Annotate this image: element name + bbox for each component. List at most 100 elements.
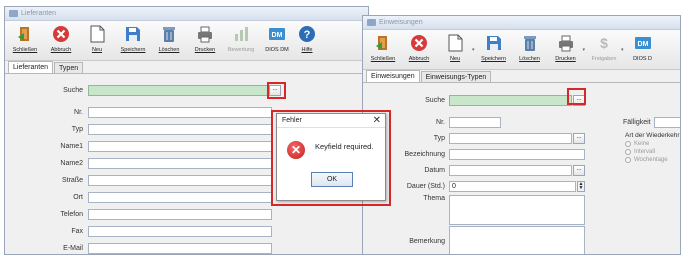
window-icon [9, 10, 18, 17]
close-icon[interactable]: ✕ [373, 115, 381, 126]
name1-label: Name1 [60, 143, 83, 150]
wiederkehr-title: Art der Wiederkehr [625, 132, 680, 139]
einweisungen-titlebar: Einweisungen [363, 16, 680, 30]
release-button[interactable]: $ Freigaben [588, 33, 620, 62]
print-button[interactable]: Drucken [189, 24, 221, 53]
search-input[interactable] [88, 85, 268, 96]
highlight-win2-search-button [567, 88, 586, 105]
radio-intervall[interactable]: Intervall [625, 149, 680, 155]
field-row-nr: Nr. [5, 107, 272, 118]
typ-label: Typ [71, 126, 83, 133]
einweisungen-window: Einweisungen Schließen Abbruch Neu ▾ Spe… [362, 15, 681, 255]
error-dialog: Fehler ✕ ✕ Keyfield required. OK [276, 113, 386, 201]
radio-wochentage[interactable]: Wochentage [625, 157, 680, 163]
delete-button[interactable]: Löschen [514, 33, 546, 62]
print-icon [556, 33, 576, 53]
print-dropdown-arrow[interactable]: ▾ [583, 47, 586, 53]
fax-field[interactable] [88, 226, 272, 237]
datum-field[interactable] [449, 165, 572, 176]
field-row-email: E-Mail [5, 243, 272, 254]
radio-circle-icon [625, 141, 631, 147]
strasse-field[interactable] [88, 175, 272, 186]
cancel-button[interactable]: Abbruch [403, 33, 435, 62]
window-title: Lieferanten [21, 10, 57, 17]
cancel-icon [51, 24, 71, 44]
cancel-button[interactable]: Abbruch [45, 24, 77, 53]
tab-einweisungen[interactable]: Einweisungen [366, 70, 420, 82]
typ-field[interactable] [449, 133, 572, 144]
typ-lookup-button[interactable]: ... [573, 133, 585, 144]
name2-field[interactable] [88, 158, 272, 169]
dauer-spinner[interactable]: ▲ ▼ [577, 181, 585, 192]
dios-dm-icon: DM [267, 24, 287, 44]
dialog-titlebar: Fehler ✕ [277, 114, 385, 128]
email-label: E-Mail [63, 245, 83, 252]
nr-label: Nr. [74, 109, 83, 116]
ort-label: Ort [73, 194, 83, 201]
field-row-telefon: Telefon [5, 209, 272, 220]
field-row-thema: Thema [363, 195, 585, 225]
ort-field[interactable] [88, 192, 272, 203]
name1-field[interactable] [88, 141, 272, 152]
help-button[interactable]: ? Hilfe [297, 24, 317, 53]
highlight-win1-search-button [267, 82, 286, 99]
bemerkung-field[interactable] [449, 226, 585, 254]
save-icon [123, 24, 143, 44]
new-document-icon [87, 24, 107, 44]
new-document-icon [445, 33, 465, 53]
dios-dm-button[interactable]: DM DIOS D [627, 33, 659, 62]
tab-typen[interactable]: Typen [54, 62, 84, 73]
dauer-field[interactable]: 0 [449, 181, 576, 192]
release-dropdown-arrow[interactable]: ▾ [621, 47, 624, 53]
email-field[interactable] [88, 243, 272, 254]
new-button[interactable]: Neu [81, 24, 113, 53]
field-row-strasse: Straße [5, 175, 272, 186]
telefon-field[interactable] [88, 209, 272, 220]
search-input[interactable] [449, 95, 572, 106]
field-row-name2: Name2 [5, 158, 272, 169]
print-button[interactable]: Drucken [550, 33, 582, 62]
money-icon: $ [594, 33, 614, 53]
datum-picker-button[interactable]: ... [573, 165, 585, 176]
typ-field[interactable] [88, 124, 272, 135]
faelligkeit-field[interactable] [653, 117, 680, 128]
tab-einweisungs-typen[interactable]: Einweisungs-Typen [420, 71, 492, 82]
cancel-icon [409, 33, 429, 53]
radio-circle-icon [625, 157, 631, 163]
search-row: Suche ... [363, 95, 585, 106]
field-row-fax: Fax [5, 226, 272, 237]
field-row-typ: Typ ... [363, 133, 585, 144]
close-door-icon [373, 33, 393, 53]
rating-button[interactable]: Bewertung [225, 24, 257, 53]
nr-field[interactable] [449, 117, 501, 128]
close-door-icon [15, 24, 35, 44]
bezeichnung-field[interactable] [449, 149, 585, 160]
dialog-message: Keyfield required. [315, 142, 374, 151]
delete-icon [520, 33, 540, 53]
close-button[interactable]: Schließen [367, 33, 399, 62]
help-icon: ? [297, 24, 317, 44]
lieferanten-tabs: Lieferanten Typen [5, 61, 368, 74]
field-row-typ: Typ [5, 124, 272, 135]
field-row-ort: Ort [5, 192, 272, 203]
save-button[interactable]: Speichern [117, 24, 149, 53]
svg-text:$: $ [600, 35, 608, 51]
search-label: Suche [63, 87, 83, 94]
close-button[interactable]: Schließen [9, 24, 41, 53]
new-dropdown-arrow[interactable]: ▾ [472, 47, 475, 53]
radio-circle-icon [625, 149, 631, 155]
new-button[interactable]: Neu [439, 33, 471, 62]
radio-keine[interactable]: Keine [625, 141, 680, 147]
thema-field[interactable] [449, 195, 585, 225]
fax-label: Fax [71, 228, 83, 235]
dios-dm-button[interactable]: DM DIOS DM [261, 24, 293, 53]
save-button[interactable]: Speichern [478, 33, 510, 62]
delete-button[interactable]: Löschen [153, 24, 185, 53]
nr-field[interactable] [88, 107, 272, 118]
ok-button[interactable]: OK [311, 172, 353, 187]
save-icon [484, 33, 504, 53]
dios-dm-icon: DM [633, 33, 653, 53]
tab-lieferanten[interactable]: Lieferanten [8, 61, 54, 73]
delete-icon [159, 24, 179, 44]
faelligkeit-label: Fälligkeit [623, 119, 651, 126]
